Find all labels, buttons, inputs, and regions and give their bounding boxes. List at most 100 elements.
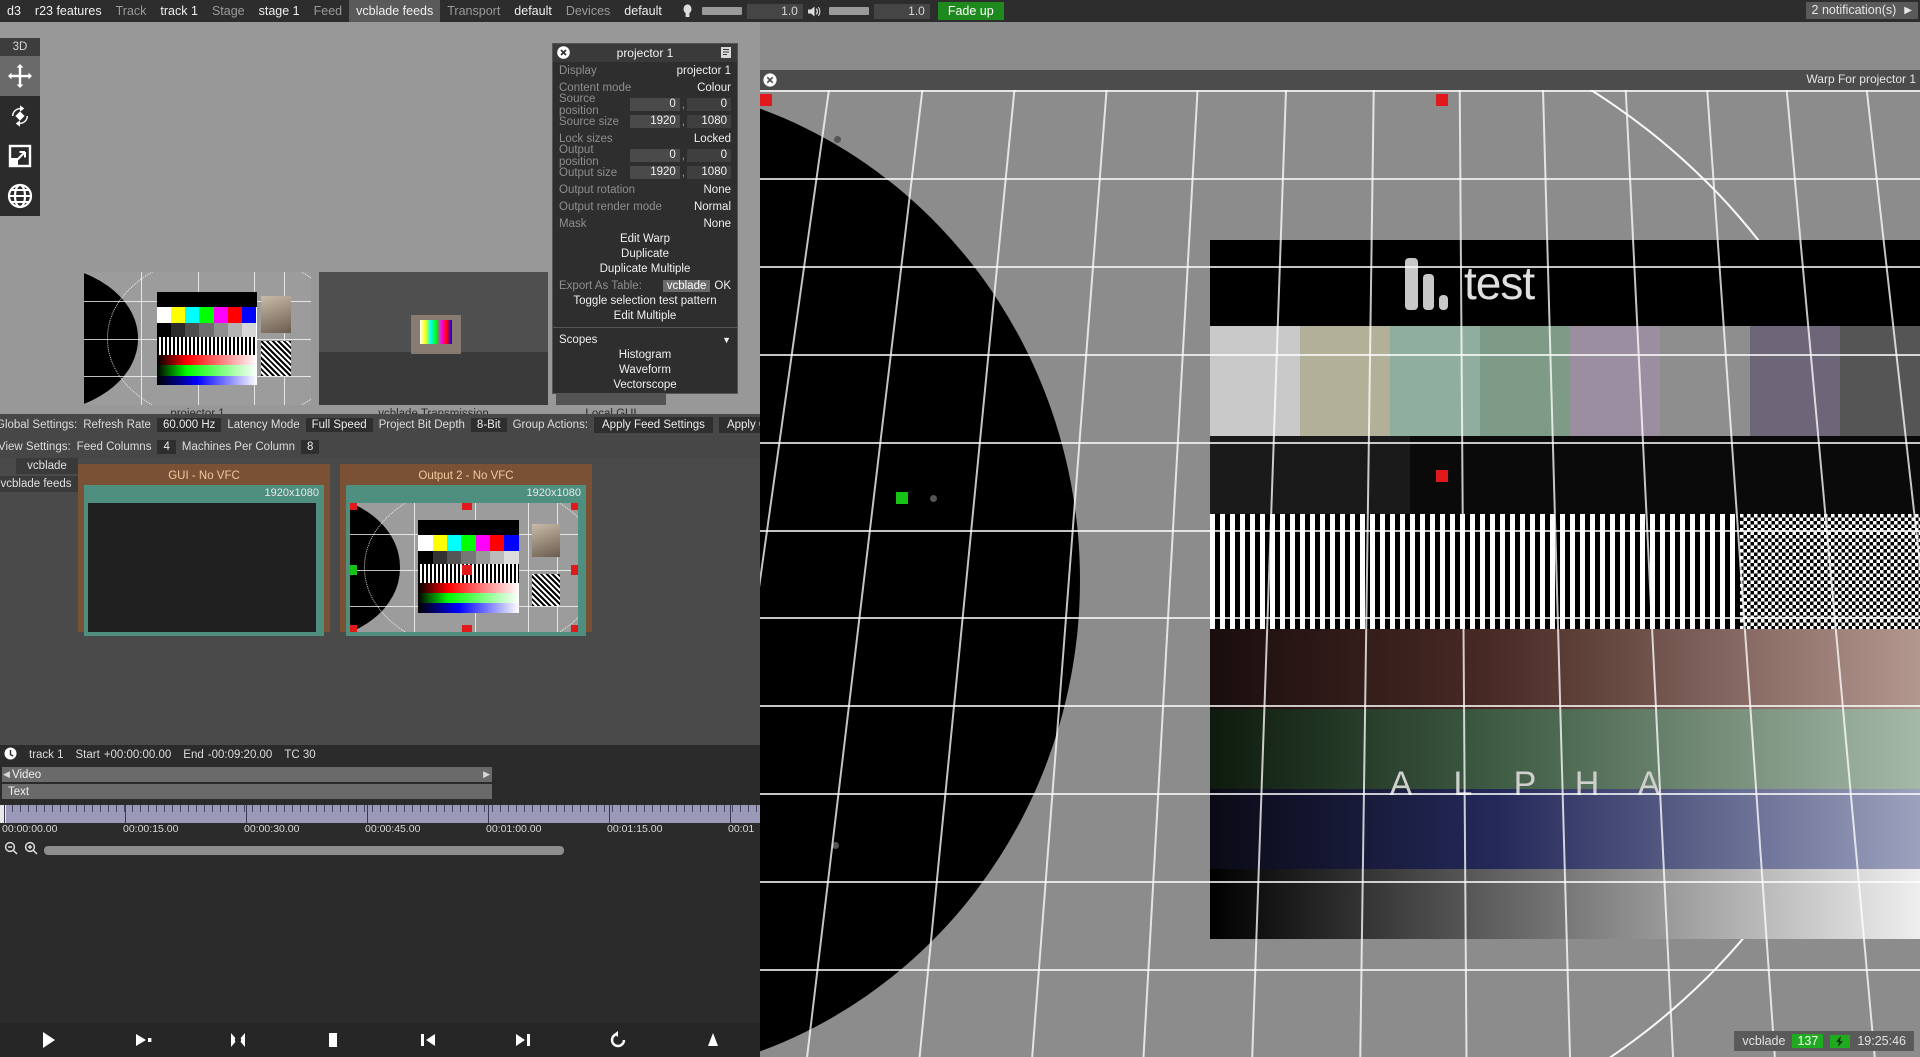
feed-tab-vcblade-feeds[interactable]: vcblade feeds [0,476,78,492]
devices-value[interactable]: default [617,0,669,22]
ruler-tick [436,805,437,812]
brightness-value[interactable]: 1.0 [747,4,803,19]
warp-handle-corner[interactable] [760,94,772,106]
warp-handle[interactable] [571,503,578,510]
playhead[interactable] [0,805,6,823]
output-position-x[interactable]: 0 [630,149,680,162]
duplicate-multiple-action[interactable]: Duplicate Multiple [553,262,737,277]
warp-handle-selected[interactable] [896,492,908,504]
track-value[interactable]: track 1 [153,0,205,22]
play-to-button[interactable] [95,1023,190,1057]
close-icon[interactable] [763,73,777,87]
timeline-ruler[interactable] [0,805,760,823]
warp-editor-panel[interactable]: Warp For projector 1 test [760,22,1920,1057]
output-position-y[interactable]: 0 [687,149,731,162]
notifications-button[interactable]: 2 notification(s) ▶ [1806,2,1918,19]
edit-multiple-action[interactable]: Edit Multiple [553,309,737,324]
duplicate-action[interactable]: Duplicate [553,247,737,262]
toggle-test-pattern-action[interactable]: Toggle selection test pattern [553,294,737,309]
property-row[interactable]: Output size 1920 , 1080 [553,164,737,181]
preview-vcblade-transmission[interactable]: vcblade Transmission [319,272,548,420]
export-as-table-row[interactable]: Export As Table: vcblade OK [553,277,737,294]
refresh-rate-value[interactable]: 60.000 Hz [157,418,221,432]
brightness-slider[interactable] [702,7,742,15]
preview-projector-1[interactable]: projector 1 [84,272,311,420]
warp-handle[interactable] [462,625,472,632]
property-row[interactable]: Mask None [553,215,737,232]
volume-slider[interactable] [829,7,869,15]
timeline-layer-video[interactable]: ◀ Video ▶ [2,767,492,782]
next-cue-button[interactable] [475,1023,570,1057]
source-position-y[interactable]: 0 [687,98,731,111]
source-size-w[interactable]: 1920 [630,115,680,128]
app-name[interactable]: d3 [0,0,28,22]
stage-value[interactable]: stage 1 [252,0,307,22]
scopes-header[interactable]: Scopes ▼ [553,331,737,348]
property-row[interactable]: Source size 1920 , 1080 [553,113,737,130]
stop-button[interactable] [285,1023,380,1057]
output-size-h[interactable]: 1080 [687,166,731,179]
edit-warp-action[interactable]: Edit Warp [553,232,737,247]
scale-tool[interactable] [0,136,40,176]
output-size-w[interactable]: 1920 [630,166,680,179]
machine-screen[interactable] [88,503,316,632]
warp-handle[interactable] [462,503,472,510]
warp-handle[interactable] [350,625,357,632]
machine-screen[interactable] [350,503,578,632]
previous-cue-button[interactable] [380,1023,475,1057]
machine-output[interactable]: 1920x1080 [84,485,324,636]
apply-feed-settings-button[interactable]: Apply Feed Settings [594,417,713,433]
project-name[interactable]: r23 features [28,0,109,22]
warp-handle[interactable] [571,565,578,575]
warp-handle-selected[interactable] [350,565,357,575]
waveform-action[interactable]: Waveform [553,363,737,378]
property-row[interactable]: Source position 0 , 0 [553,96,737,113]
warp-canvas[interactable]: test A L P H A [760,90,1920,1057]
warp-handle[interactable] [571,625,578,632]
chevron-right-icon[interactable]: ▶ [483,769,490,780]
loop-button[interactable] [190,1023,285,1057]
move-tool[interactable] [0,56,40,96]
export-value[interactable]: vcblade [663,280,711,292]
zoom-in-icon[interactable] [24,841,38,860]
warp-handle[interactable] [350,503,357,510]
timeline-scrollbar[interactable] [44,846,564,855]
export-ok-button[interactable]: OK [710,280,731,292]
property-row[interactable]: Display projector 1 [553,62,737,79]
warp-handle-top[interactable] [1436,94,1448,106]
warp-handle[interactable] [462,565,472,575]
bit-depth-value[interactable]: 8-Bit [471,418,507,432]
warp-point[interactable] [834,136,841,143]
transport-value[interactable]: default [507,0,559,22]
property-row[interactable]: Output rotation None [553,181,737,198]
play-button[interactable] [0,1023,95,1057]
machine-card-gui[interactable]: GUI - No VFC 1920x1080 [78,464,330,632]
histogram-action[interactable]: Histogram [553,348,737,363]
rotate-tool[interactable] [0,96,40,136]
close-icon[interactable] [557,46,570,59]
feed-tab-vcblade[interactable]: vcblade [16,458,78,474]
timeline-layer-text[interactable]: Text [2,784,492,799]
source-size-h[interactable]: 1080 [687,115,731,128]
machines-per-column-value[interactable]: 8 [301,440,319,454]
feed-columns-value[interactable]: 4 [157,440,175,454]
warp-handle-mid[interactable] [1436,470,1448,482]
globe-tool[interactable] [0,176,40,216]
warp-point[interactable] [930,495,937,502]
vectorscope-action[interactable]: Vectorscope [553,378,737,393]
fade-up-button[interactable]: Fade up [938,2,1004,20]
property-row[interactable]: Output render mode Normal [553,198,737,215]
volume-value[interactable]: 1.0 [874,4,930,19]
machine-output[interactable]: 1920x1080 [346,485,586,636]
machine-card-output-2[interactable]: Output 2 - No VFC 1920x1080 [340,464,592,632]
return-button[interactable] [570,1023,665,1057]
track-name[interactable]: track 1 [29,749,64,761]
up-button[interactable] [665,1023,760,1057]
table-icon[interactable] [720,46,733,59]
source-position-x[interactable]: 0 [630,98,680,111]
chevron-left-icon[interactable]: ◀ [3,769,10,780]
zoom-out-icon[interactable] [4,841,18,860]
property-row[interactable]: Output position 0 , 0 [553,147,737,164]
latency-mode-value[interactable]: Full Speed [306,418,373,432]
feed-value[interactable]: vcblade feeds [349,0,440,22]
